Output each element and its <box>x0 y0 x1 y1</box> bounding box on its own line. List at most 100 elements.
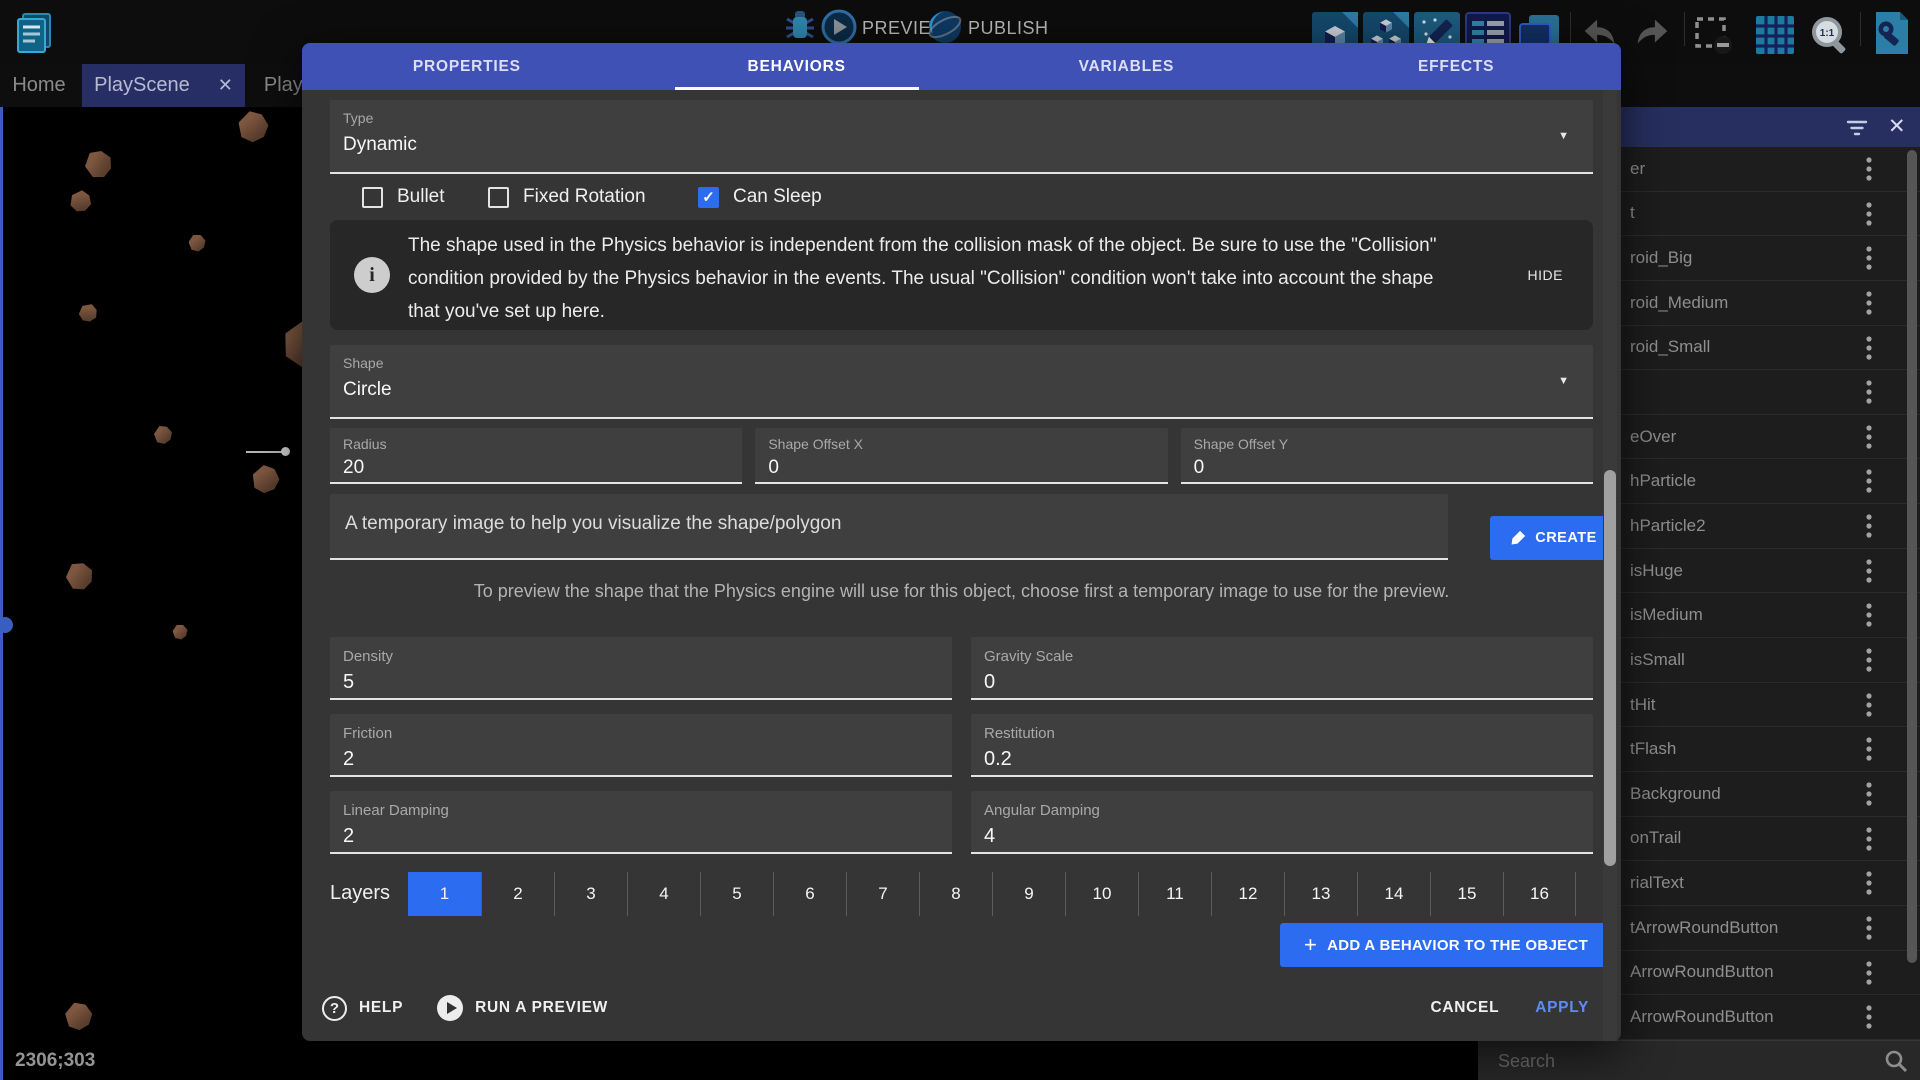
help-button[interactable]: HELP <box>359 999 403 1017</box>
tab-playscene[interactable]: PlayScene ✕ <box>82 64 245 107</box>
close-panel-icon[interactable]: ✕ <box>1888 113 1906 141</box>
temp-image-input[interactable] <box>343 512 1427 536</box>
layer-button[interactable]: 14 <box>1357 872 1430 916</box>
kebab-menu-icon[interactable] <box>1862 692 1876 718</box>
field-value: 20 <box>343 457 364 479</box>
numeric-field[interactable]: Shape Offset X 0 <box>755 428 1167 484</box>
asteroid-instance[interactable] <box>63 1001 92 1030</box>
apply-button[interactable]: APPLY <box>1535 999 1589 1017</box>
create-button[interactable]: CREATE <box>1490 516 1616 560</box>
kebab-menu-icon[interactable] <box>1862 870 1876 896</box>
kebab-menu-icon[interactable] <box>1862 335 1876 361</box>
layer-button[interactable]: 15 <box>1430 872 1503 916</box>
dialog-tab[interactable]: VARIABLES <box>962 43 1292 90</box>
dialog-tab[interactable]: EFFECTS <box>1291 43 1621 90</box>
kebab-menu-icon[interactable] <box>1862 602 1876 628</box>
redo-icon[interactable] <box>1630 10 1674 59</box>
filter-icon[interactable] <box>1846 117 1868 137</box>
scene-edge-handle[interactable] <box>0 617 13 633</box>
checkbox-box[interactable]: ✓ <box>698 187 719 208</box>
kebab-menu-icon[interactable] <box>1862 736 1876 762</box>
checkbox-bullet[interactable]: ✓Bullet <box>362 186 445 208</box>
checkbox-fixed-rotation[interactable]: ✓Fixed Rotation <box>488 186 646 208</box>
cancel-button[interactable]: CANCEL <box>1430 999 1499 1017</box>
zoom-1-1-icon[interactable]: 1:1 <box>1806 12 1852 63</box>
tab-home[interactable]: Home <box>8 64 70 107</box>
kebab-menu-icon[interactable] <box>1862 1004 1876 1030</box>
project-manager-icon[interactable] <box>12 10 56 54</box>
numeric-field[interactable]: Radius 20 <box>330 428 742 484</box>
checkbox-box[interactable]: ✓ <box>362 187 383 208</box>
publish-icon[interactable] <box>925 7 965 47</box>
checkbox-box[interactable]: ✓ <box>488 187 509 208</box>
type-select[interactable]: Type Dynamic ▼ <box>330 100 1593 174</box>
kebab-menu-icon[interactable] <box>1862 424 1876 450</box>
kebab-menu-icon[interactable] <box>1862 826 1876 852</box>
kebab-menu-icon[interactable] <box>1862 960 1876 986</box>
kebab-menu-icon[interactable] <box>1862 468 1876 494</box>
selection-handle-dot[interactable] <box>281 447 290 456</box>
search-input[interactable] <box>1496 1046 1840 1076</box>
kebab-menu-icon[interactable] <box>1862 156 1876 182</box>
asteroid-instance[interactable] <box>248 462 281 495</box>
help-icon[interactable]: ? <box>322 996 347 1021</box>
kebab-menu-icon[interactable] <box>1862 558 1876 584</box>
temp-image-field[interactable] <box>330 494 1448 560</box>
deselect-icon[interactable] <box>1690 12 1736 63</box>
hide-button[interactable]: HIDE <box>1528 267 1563 283</box>
shape-select[interactable]: Shape Circle ▼ <box>330 345 1593 419</box>
layer-button[interactable]: 4 <box>627 872 700 916</box>
layer-button[interactable]: 6 <box>773 872 846 916</box>
grid-icon[interactable] <box>1752 12 1798 63</box>
numeric-field[interactable]: Angular Damping 4 <box>971 791 1593 854</box>
close-tab-icon[interactable]: ✕ <box>218 75 233 96</box>
run-preview-button[interactable]: RUN A PREVIEW <box>475 999 608 1017</box>
asteroid-instance[interactable] <box>189 235 206 252</box>
layer-button[interactable]: 5 <box>700 872 773 916</box>
layer-button[interactable]: 10 <box>1065 872 1138 916</box>
layer-button[interactable]: 1 <box>408 872 481 916</box>
asteroid-instance[interactable] <box>63 560 94 591</box>
asteroid-instance[interactable] <box>154 426 172 444</box>
preview-icon[interactable] <box>820 8 858 46</box>
layer-button[interactable]: 9 <box>992 872 1065 916</box>
layer-button[interactable]: 7 <box>846 872 919 916</box>
checkbox-can-sleep[interactable]: ✓Can Sleep <box>698 186 822 208</box>
layer-button[interactable]: 13 <box>1284 872 1357 916</box>
kebab-menu-icon[interactable] <box>1862 201 1876 227</box>
kebab-menu-icon[interactable] <box>1862 513 1876 539</box>
kebab-menu-icon[interactable] <box>1862 290 1876 316</box>
kebab-menu-icon[interactable] <box>1862 245 1876 271</box>
asteroid-instance[interactable] <box>75 300 100 325</box>
numeric-field[interactable]: Linear Damping 2 <box>330 791 952 854</box>
numeric-field[interactable]: Restitution 0.2 <box>971 714 1593 777</box>
layer-button[interactable]: 11 <box>1138 872 1211 916</box>
field-label: Radius <box>343 436 387 452</box>
kebab-menu-icon[interactable] <box>1862 915 1876 941</box>
layer-button[interactable]: 2 <box>481 872 554 916</box>
layer-button[interactable]: 3 <box>554 872 627 916</box>
dialog-tab[interactable]: BEHAVIORS <box>632 43 962 90</box>
kebab-menu-icon[interactable] <box>1862 379 1876 405</box>
publish-button[interactable]: PUBLISH <box>968 18 1049 39</box>
layer-button[interactable]: 16 <box>1503 872 1576 916</box>
numeric-field[interactable]: Friction 2 <box>330 714 952 777</box>
asteroid-instance[interactable] <box>81 147 114 180</box>
asteroid-instance[interactable] <box>173 625 188 640</box>
kebab-menu-icon[interactable] <box>1862 647 1876 673</box>
asteroid-instance[interactable] <box>66 187 95 216</box>
numeric-field[interactable]: Gravity Scale 0 <box>971 637 1593 700</box>
numeric-field[interactable]: Shape Offset Y 0 <box>1181 428 1593 484</box>
layer-button[interactable]: 8 <box>919 872 992 916</box>
asteroid-instance[interactable] <box>236 110 271 145</box>
add-behavior-button[interactable]: + ADD A BEHAVIOR TO THE OBJECT <box>1280 923 1612 967</box>
run-preview-icon[interactable] <box>437 995 463 1021</box>
panel-scrollbar[interactable] <box>1907 150 1917 963</box>
numeric-field[interactable]: Density 5 <box>330 637 952 700</box>
debugger-icon[interactable] <box>780 6 820 46</box>
layer-button[interactable]: 12 <box>1211 872 1284 916</box>
dialog-tab[interactable]: PROPERTIES <box>302 43 632 90</box>
kebab-menu-icon[interactable] <box>1862 781 1876 807</box>
dialog-scrollbar-thumb[interactable] <box>1604 470 1616 866</box>
scene-properties-icon[interactable] <box>1868 10 1914 61</box>
